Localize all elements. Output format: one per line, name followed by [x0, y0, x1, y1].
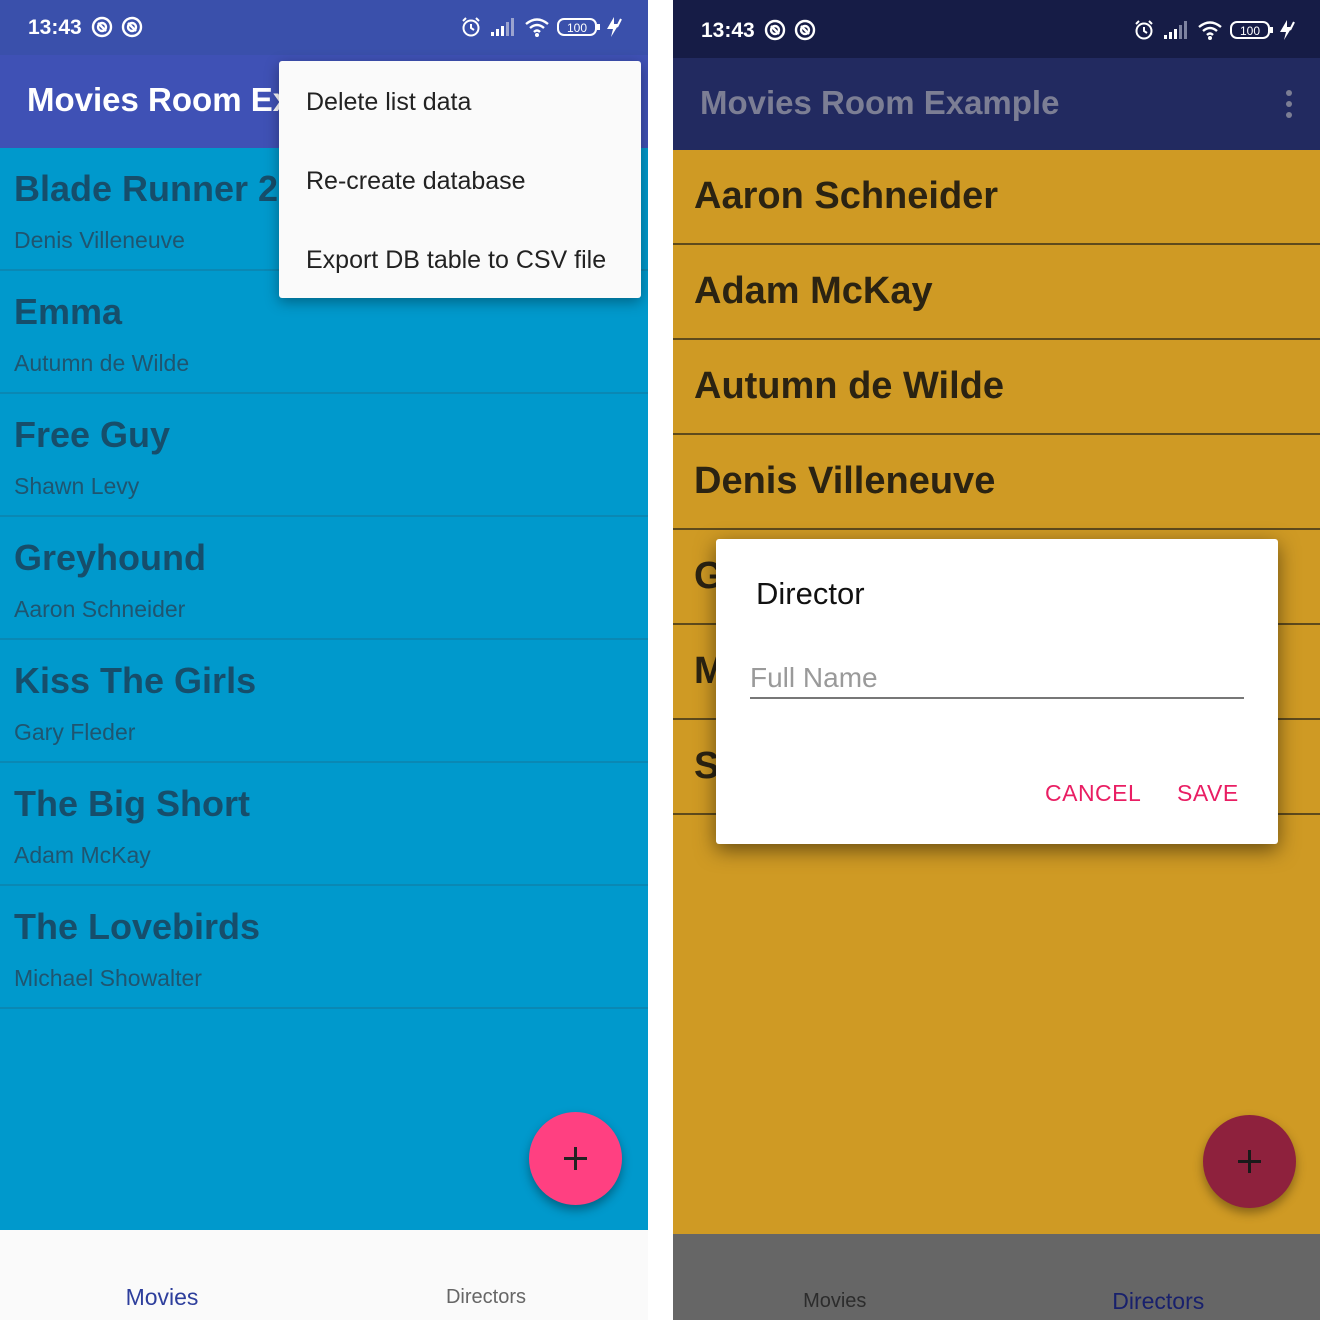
movie-title: Emma — [14, 291, 123, 332]
plus-icon — [564, 1147, 587, 1170]
list-item[interactable]: The Lovebirds Michael Showalter — [0, 886, 648, 1009]
status-bar: 13:43 100 — [0, 0, 648, 55]
status-time: 13:43 — [701, 19, 755, 42]
list-item[interactable]: Adam McKay — [673, 245, 1320, 340]
menu-item-delete-list-data[interactable]: Delete list data — [306, 88, 471, 117]
status-time: 13:43 — [28, 16, 82, 39]
plus-icon — [1238, 1150, 1261, 1173]
nav-tab-movies[interactable]: Movies — [0, 1284, 324, 1311]
at-icon — [764, 19, 786, 41]
bottom-navigation: Movies Directors — [673, 1234, 1320, 1320]
director-name: Denis Villeneuve — [694, 460, 996, 502]
charging-icon — [1280, 20, 1295, 40]
movie-title: Greyhound — [14, 537, 207, 578]
app-title: Movies Room Example — [700, 84, 1060, 121]
overflow-menu-icon[interactable] — [1282, 88, 1296, 120]
alarm-icon — [1135, 20, 1153, 40]
movie-title: The Lovebirds — [14, 906, 261, 947]
movie-director: Denis Villeneuve — [14, 227, 185, 253]
wifi-icon — [525, 18, 549, 37]
battery-icon: 100 — [1230, 21, 1273, 39]
charging-icon — [607, 17, 622, 37]
dialog-title: Director — [756, 576, 865, 611]
movie-director: Gary Fleder — [14, 719, 136, 745]
movie-director: Michael Showalter — [14, 965, 202, 991]
at-icon — [121, 16, 143, 38]
overflow-menu: Delete list data Re-create database Expo… — [279, 61, 641, 298]
list-item[interactable]: Aaron Schneider — [673, 150, 1320, 245]
movie-director: Autumn de Wilde — [14, 350, 190, 376]
director-name: Aaron Schneider — [694, 175, 999, 217]
movie-title: The Big Short — [14, 783, 250, 824]
list-item[interactable]: Kiss The Girls Gary Fleder — [0, 640, 648, 763]
save-button[interactable]: SAVE — [1177, 780, 1239, 807]
movie-director: Adam McKay — [14, 842, 151, 868]
add-movie-button[interactable] — [529, 1112, 622, 1205]
list-item[interactable]: Denis Villeneuve — [673, 435, 1320, 530]
nav-tab-movies[interactable]: Movies — [673, 1290, 997, 1313]
movie-director: Aaron Schneider — [14, 596, 186, 622]
bottom-navigation: Movies Directors — [0, 1230, 648, 1320]
cancel-button[interactable]: CANCEL — [1045, 780, 1141, 807]
list-item[interactable]: The Big Short Adam McKay — [0, 763, 648, 886]
list-item[interactable]: Autumn de Wilde — [673, 340, 1320, 435]
wifi-icon — [1198, 21, 1222, 40]
at-icon — [91, 16, 113, 38]
full-name-input[interactable] — [750, 659, 1244, 699]
add-director-button[interactable] — [1203, 1115, 1296, 1208]
movie-title: Kiss The Girls — [14, 660, 257, 701]
battery-icon: 100 — [557, 18, 600, 36]
menu-item-export-csv[interactable]: Export DB table to CSV file — [306, 246, 606, 275]
app-bar: Movies Room Example — [673, 58, 1320, 150]
movie-title: Free Guy — [14, 414, 171, 455]
nav-tab-directors[interactable]: Directors — [324, 1286, 648, 1309]
nav-tab-directors[interactable]: Directors — [997, 1288, 1320, 1315]
menu-item-recreate-database[interactable]: Re-create database — [306, 167, 526, 196]
at-icon — [794, 19, 816, 41]
movies-screen: 13:43 100 Movies Room Example Blade Runn… — [0, 0, 648, 1320]
movie-director: Shawn Levy — [14, 473, 140, 499]
signal-icon — [1164, 21, 1187, 39]
list-item[interactable]: Greyhound Aaron Schneider — [0, 517, 648, 640]
director-name: Adam McKay — [694, 270, 933, 312]
director-name: Autumn de Wilde — [694, 365, 1004, 407]
status-bar: 13:43 100 — [673, 0, 1320, 58]
list-item[interactable]: Free Guy Shawn Levy — [0, 394, 648, 517]
alarm-icon — [462, 17, 480, 37]
director-dialog: Director CANCEL SAVE — [716, 539, 1278, 844]
battery-level: 100 — [1240, 24, 1260, 38]
signal-icon — [491, 18, 514, 36]
directors-screen: 13:43 100 Movies Room Example Aaron Schn… — [673, 0, 1320, 1320]
battery-level: 100 — [567, 21, 587, 35]
